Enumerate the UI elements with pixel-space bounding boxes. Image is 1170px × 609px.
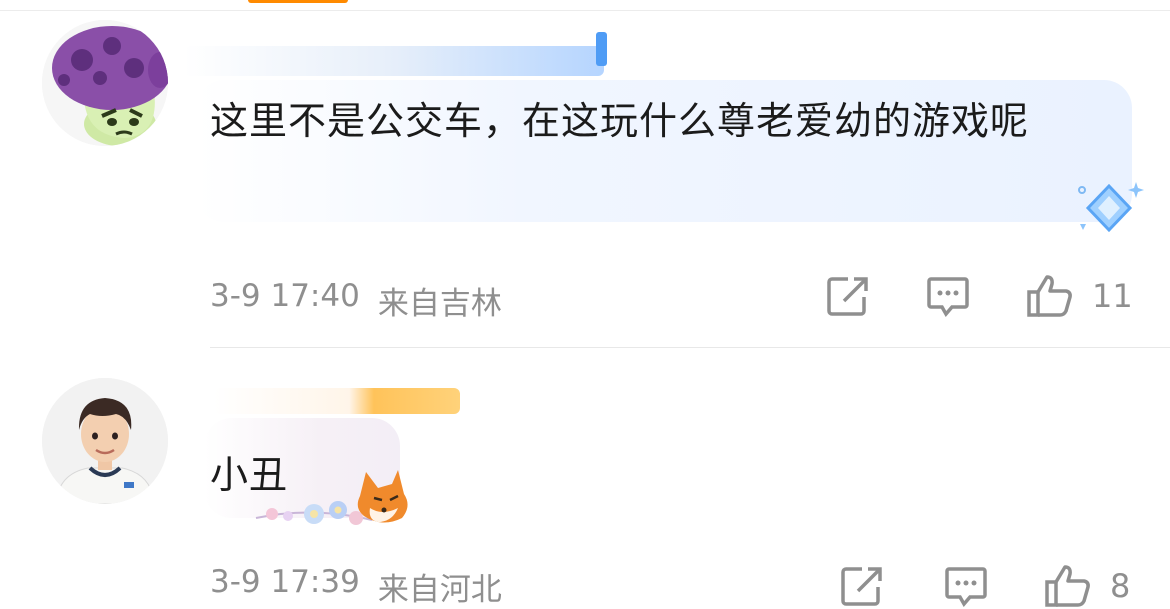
- like-icon: [1045, 565, 1090, 607]
- action-bar: 11: [826, 274, 1133, 318]
- share-button[interactable]: [840, 565, 944, 607]
- like-count: 8: [1110, 567, 1131, 605]
- name-edge-mark: [596, 32, 607, 66]
- comment-icon: [945, 567, 987, 607]
- share-button[interactable]: [826, 275, 926, 317]
- like-button[interactable]: 8: [1044, 564, 1130, 608]
- username-redacted[interactable]: [214, 388, 460, 414]
- fox-flower-decoration-icon: [255, 470, 408, 525]
- comment-location: 来自吉林: [377, 286, 502, 322]
- share-icon: [841, 567, 882, 606]
- diamond-badge-icon: [1078, 182, 1144, 233]
- comment-item: 小丑 3-9 17:39 来自河北 8: [0, 348, 1170, 608]
- reply-button[interactable]: [926, 275, 1026, 317]
- mushroom-plant-avatar-icon: [42, 20, 168, 146]
- share-icon: [827, 277, 868, 316]
- young-man-avatar-icon: [42, 378, 168, 504]
- comment-time: 3-9 17:39: [210, 564, 360, 600]
- comment-meta: 3-9 17:39 来自河北: [210, 564, 502, 609]
- comment-icon: [927, 277, 969, 317]
- avatar[interactable]: [42, 378, 168, 504]
- like-icon: [1027, 275, 1072, 317]
- like-button[interactable]: 11: [1026, 274, 1133, 318]
- comment-text: 这里不是公交车，在这玩什么尊老爱幼的游戏呢: [210, 99, 1030, 143]
- username-redacted[interactable]: [184, 46, 604, 76]
- action-bar: 8: [840, 564, 1130, 608]
- comment-location: 来自河北: [377, 572, 502, 608]
- comment-time: 3-9 17:40: [210, 278, 360, 314]
- avatar[interactable]: [42, 20, 168, 146]
- comment-item: 这里不是公交车，在这玩什么尊老爱幼的游戏呢 3-9 17:40 来自吉林 11: [0, 0, 1170, 345]
- reply-button[interactable]: [944, 565, 1044, 607]
- comment-meta: 3-9 17:40 来自吉林: [210, 278, 502, 323]
- like-count: 11: [1092, 277, 1133, 315]
